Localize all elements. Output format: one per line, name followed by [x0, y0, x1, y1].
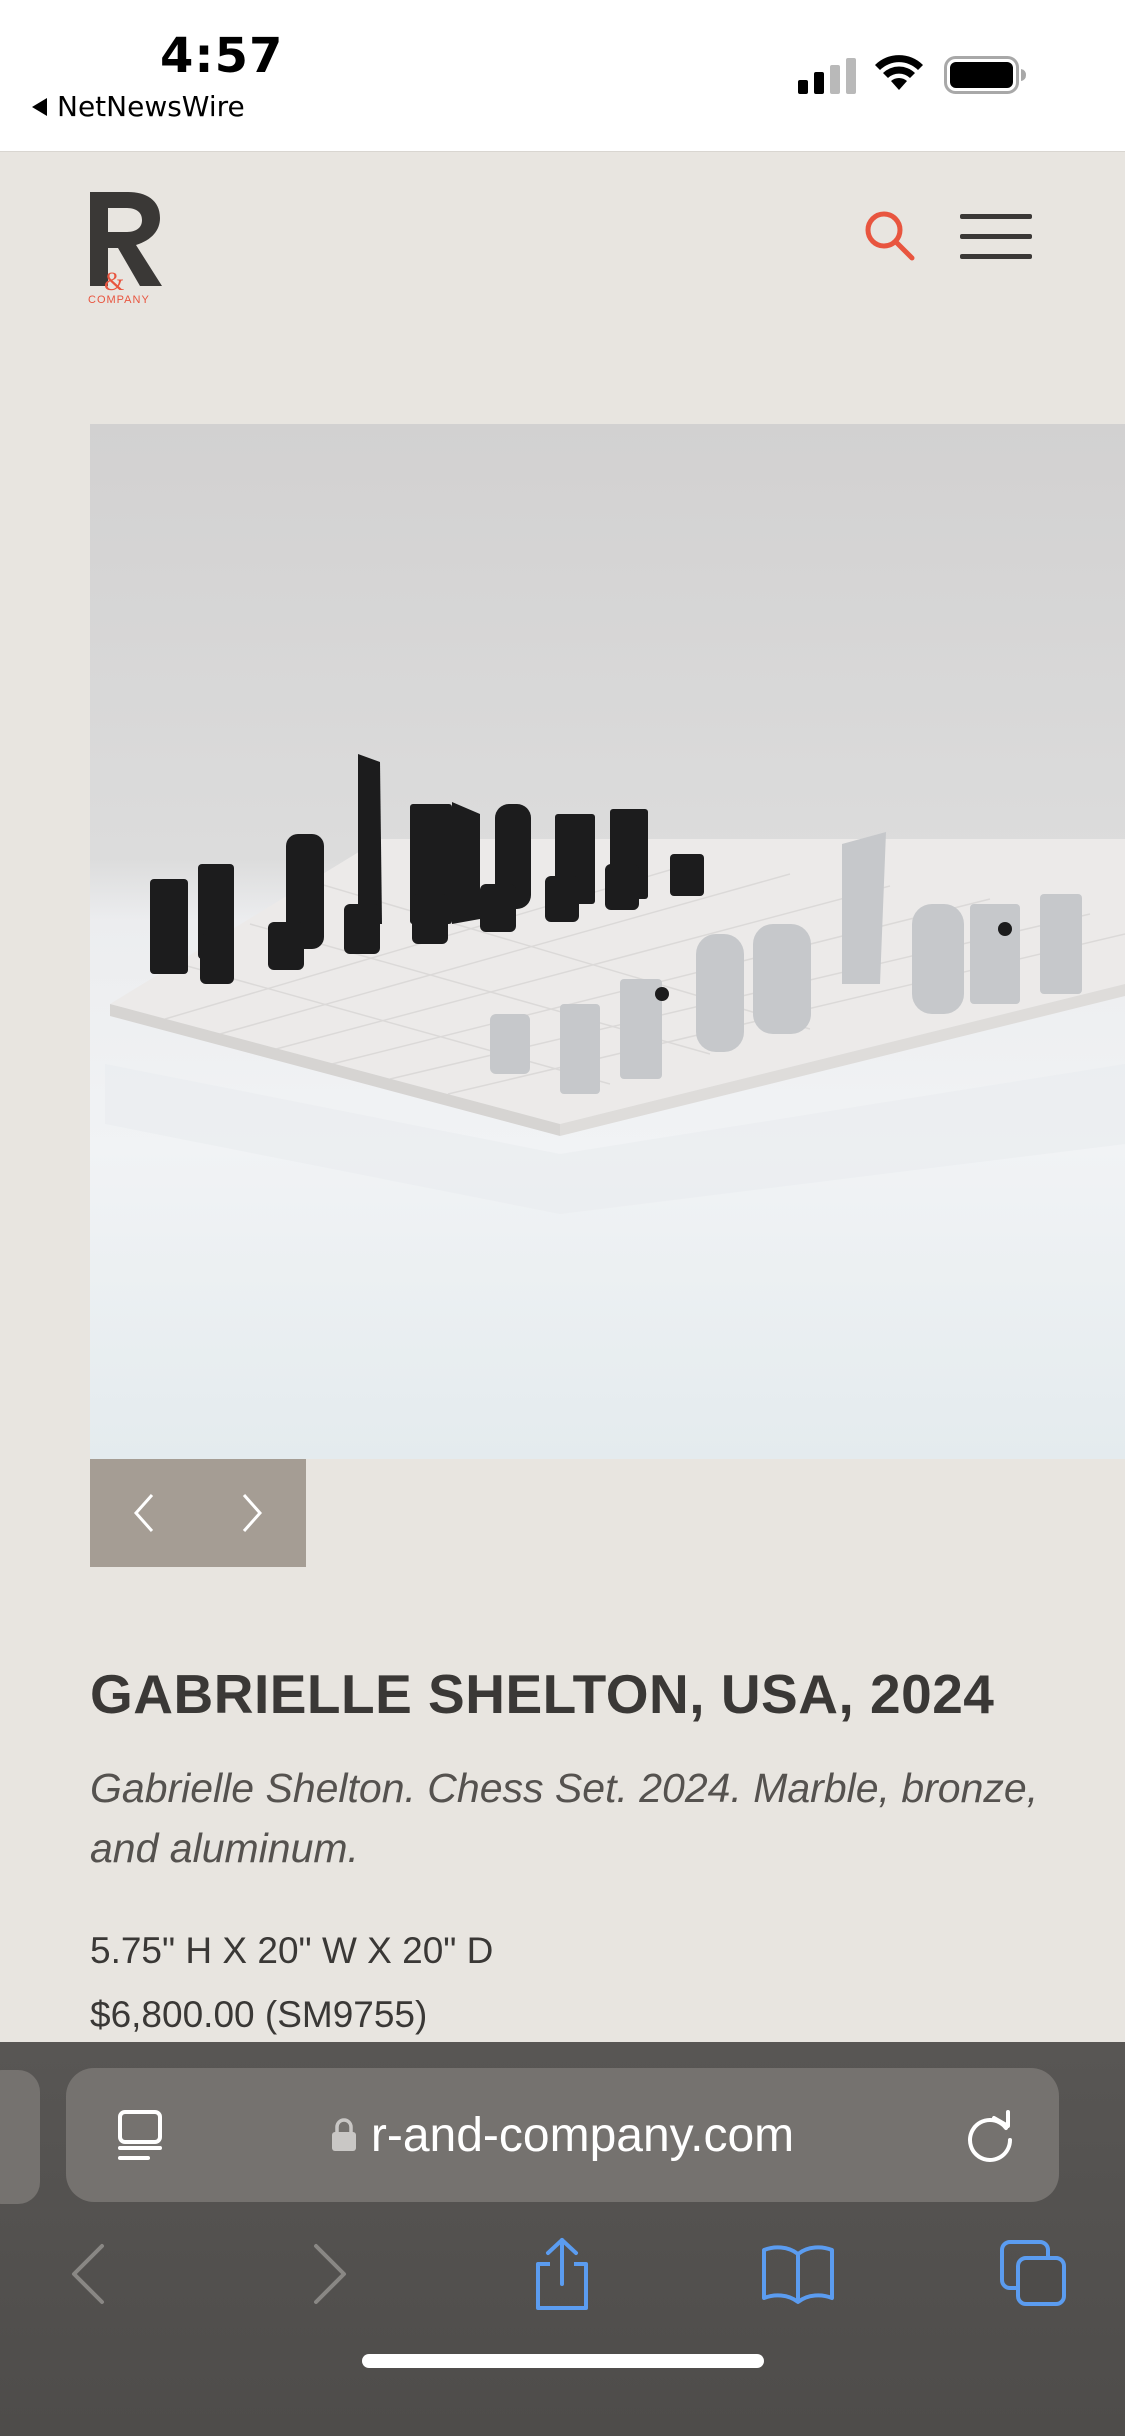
hamburger-menu-icon[interactable]	[960, 212, 1036, 260]
share-icon	[536, 2238, 588, 2310]
bookmarks-button[interactable]	[756, 2232, 840, 2316]
previous-tab-preview[interactable]	[0, 2070, 40, 2204]
share-button[interactable]	[520, 2232, 604, 2316]
url-text: r-and-company.com	[370, 2108, 795, 2162]
lock-icon	[331, 2118, 356, 2151]
logo-company: COMPANY	[88, 294, 150, 305]
tabs-button[interactable]	[992, 2232, 1076, 2316]
bookmarks-icon	[762, 2245, 834, 2304]
cellular-signal-icon	[798, 58, 856, 94]
wifi-icon	[875, 55, 923, 90]
product-image[interactable]	[90, 424, 1125, 1459]
back-icon	[72, 2244, 104, 2304]
back-app-label: NetNewsWire	[57, 90, 245, 123]
product-dimensions: 5.75" H X 20" W X 20" D	[90, 1930, 494, 1971]
product-caption: Gabrielle Shelton. Chess Set. 2024. Marb…	[90, 1765, 1039, 1871]
carousel-controls	[90, 1459, 306, 1567]
back-triangle-icon	[32, 97, 47, 116]
chevron-left-icon	[133, 1494, 154, 1532]
back-button[interactable]	[46, 2232, 130, 2316]
status-bar: 4:57 NetNewsWire	[0, 0, 1125, 152]
reload-icon[interactable]	[962, 2108, 1018, 2164]
browser-toolbar	[0, 2232, 1125, 2332]
back-to-app-link[interactable]: NetNewsWire	[32, 90, 245, 123]
logo-ampersand: &	[104, 267, 124, 296]
home-indicator[interactable]	[362, 2354, 764, 2368]
tabs-icon	[1000, 2240, 1066, 2306]
company-logo[interactable]: & COMPANY	[88, 190, 168, 305]
search-icon[interactable]	[862, 208, 918, 264]
battery-icon	[944, 56, 1026, 94]
url-display[interactable]: r-and-company.com	[66, 2068, 1059, 2202]
next-slide-button[interactable]	[198, 1459, 306, 1567]
forward-icon	[314, 2244, 346, 2304]
browser-bottom-bar: r-and-company.com	[0, 2042, 1125, 2436]
status-time: 4:57	[160, 28, 284, 84]
chevron-right-icon	[242, 1494, 263, 1532]
prev-slide-button[interactable]	[90, 1459, 198, 1567]
address-bar[interactable]: r-and-company.com	[66, 2068, 1059, 2202]
forward-button[interactable]	[288, 2232, 372, 2316]
product-price: $6,800.00 (SM9755)	[90, 1994, 428, 2035]
product-title: GABRIELLE SHELTON, USA, 2024	[90, 1663, 995, 1725]
